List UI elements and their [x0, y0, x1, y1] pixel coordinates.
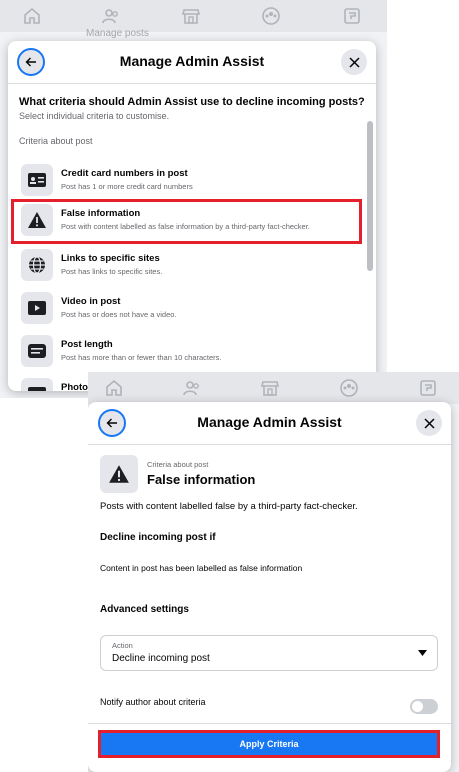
dialog-footer: Apply Criteria [88, 723, 451, 772]
home-icon[interactable] [104, 378, 124, 398]
criteria-item-credit-card[interactable]: Credit card numbers in post Post has 1 o… [21, 164, 341, 200]
home-icon[interactable] [22, 6, 42, 26]
pages-icon[interactable] [418, 378, 438, 398]
video-icon [21, 292, 53, 324]
warning-icon [21, 204, 53, 236]
criteria-item-false-information[interactable]: False information Post with content labe… [21, 204, 341, 240]
toggle-knob [412, 701, 423, 712]
criteria-title: Photo [61, 382, 88, 391]
friends-icon[interactable] [101, 6, 121, 26]
false-information-criteria-screen: Manage Admin Assist Criteria about post … [88, 372, 459, 772]
dialog-title: Manage Admin Assist [197, 414, 342, 430]
close-button[interactable] [341, 49, 367, 75]
decline-heading: Decline incoming post if [100, 532, 216, 543]
manage-admin-assist-dialog: Manage Admin Assist What criteria should… [8, 41, 376, 391]
criteria-title: Links to specific sites [61, 253, 160, 264]
criteria-item-video[interactable]: Video in post Post has or does not have … [21, 292, 341, 328]
text-lines-icon [21, 335, 53, 367]
criteria-subtitle: Post has more than or fewer than 10 char… [61, 353, 222, 362]
advanced-settings-heading: Advanced settings [100, 604, 189, 615]
scrollbar[interactable] [367, 83, 373, 391]
credit-card-icon [21, 164, 53, 196]
criteria-title: Video in post [61, 296, 121, 307]
criteria-item-links[interactable]: Links to specific sites Post has links t… [21, 249, 341, 285]
criteria-title: False information [147, 472, 256, 487]
globe-icon [21, 249, 53, 281]
criteria-subtitle: Post has or does not have a video. [61, 310, 177, 319]
manage-admin-assist-dialog: Manage Admin Assist Criteria about post … [88, 402, 451, 772]
close-icon [423, 417, 435, 429]
friends-icon[interactable] [182, 378, 202, 398]
scrollbar-thumb[interactable] [367, 121, 373, 271]
section-label: Criteria about post [19, 136, 93, 146]
criteria-subtitle: Post with content labelled as false info… [61, 222, 310, 231]
top-navigation [0, 0, 387, 32]
dialog-title: Manage Admin Assist [119, 53, 265, 69]
criteria-question: What criteria should Admin Assist use to… [19, 96, 365, 108]
highlight-box [98, 730, 440, 758]
criteria-title: Credit card numbers in post [61, 168, 188, 179]
criteria-title: False information [61, 208, 141, 219]
dialog-header: Manage Admin Assist [8, 41, 376, 84]
warning-icon [100, 455, 138, 493]
criteria-subtitle: Post has links to specific sites. [61, 267, 163, 276]
pages-icon[interactable] [342, 6, 362, 26]
criteria-category: Criteria about post [147, 460, 209, 469]
caret-down-icon [418, 650, 427, 656]
action-label: Action [112, 641, 133, 650]
criteria-description: Posts with content labelled false by a t… [100, 501, 358, 512]
background-text: Manage posts [86, 28, 149, 39]
action-value: Decline incoming post [112, 653, 210, 664]
dialog-header: Manage Admin Assist [88, 402, 451, 445]
admin-assist-criteria-list-screen: Manage posts Manage Admin Assist What cr… [0, 0, 387, 398]
criteria-question-sub: Select individual criteria to customise. [19, 111, 170, 121]
photo-icon [21, 378, 53, 391]
close-icon [348, 56, 360, 68]
notify-toggle[interactable] [410, 699, 438, 714]
action-select[interactable]: Action Decline incoming post [100, 635, 438, 671]
notify-label: Notify author about criteria [100, 697, 206, 707]
marketplace-icon[interactable] [181, 6, 201, 26]
top-navigation [88, 372, 459, 404]
groups-icon[interactable] [339, 378, 359, 398]
criteria-title: Post length [61, 339, 113, 350]
marketplace-icon[interactable] [260, 378, 280, 398]
condition-text: Content in post has been labelled as fal… [100, 563, 303, 573]
criteria-item-post-length[interactable]: Post length Post has more than or fewer … [21, 335, 341, 371]
criteria-subtitle: Post has 1 or more credit card numbers [61, 182, 193, 191]
groups-icon[interactable] [261, 6, 281, 26]
close-button[interactable] [416, 410, 442, 436]
